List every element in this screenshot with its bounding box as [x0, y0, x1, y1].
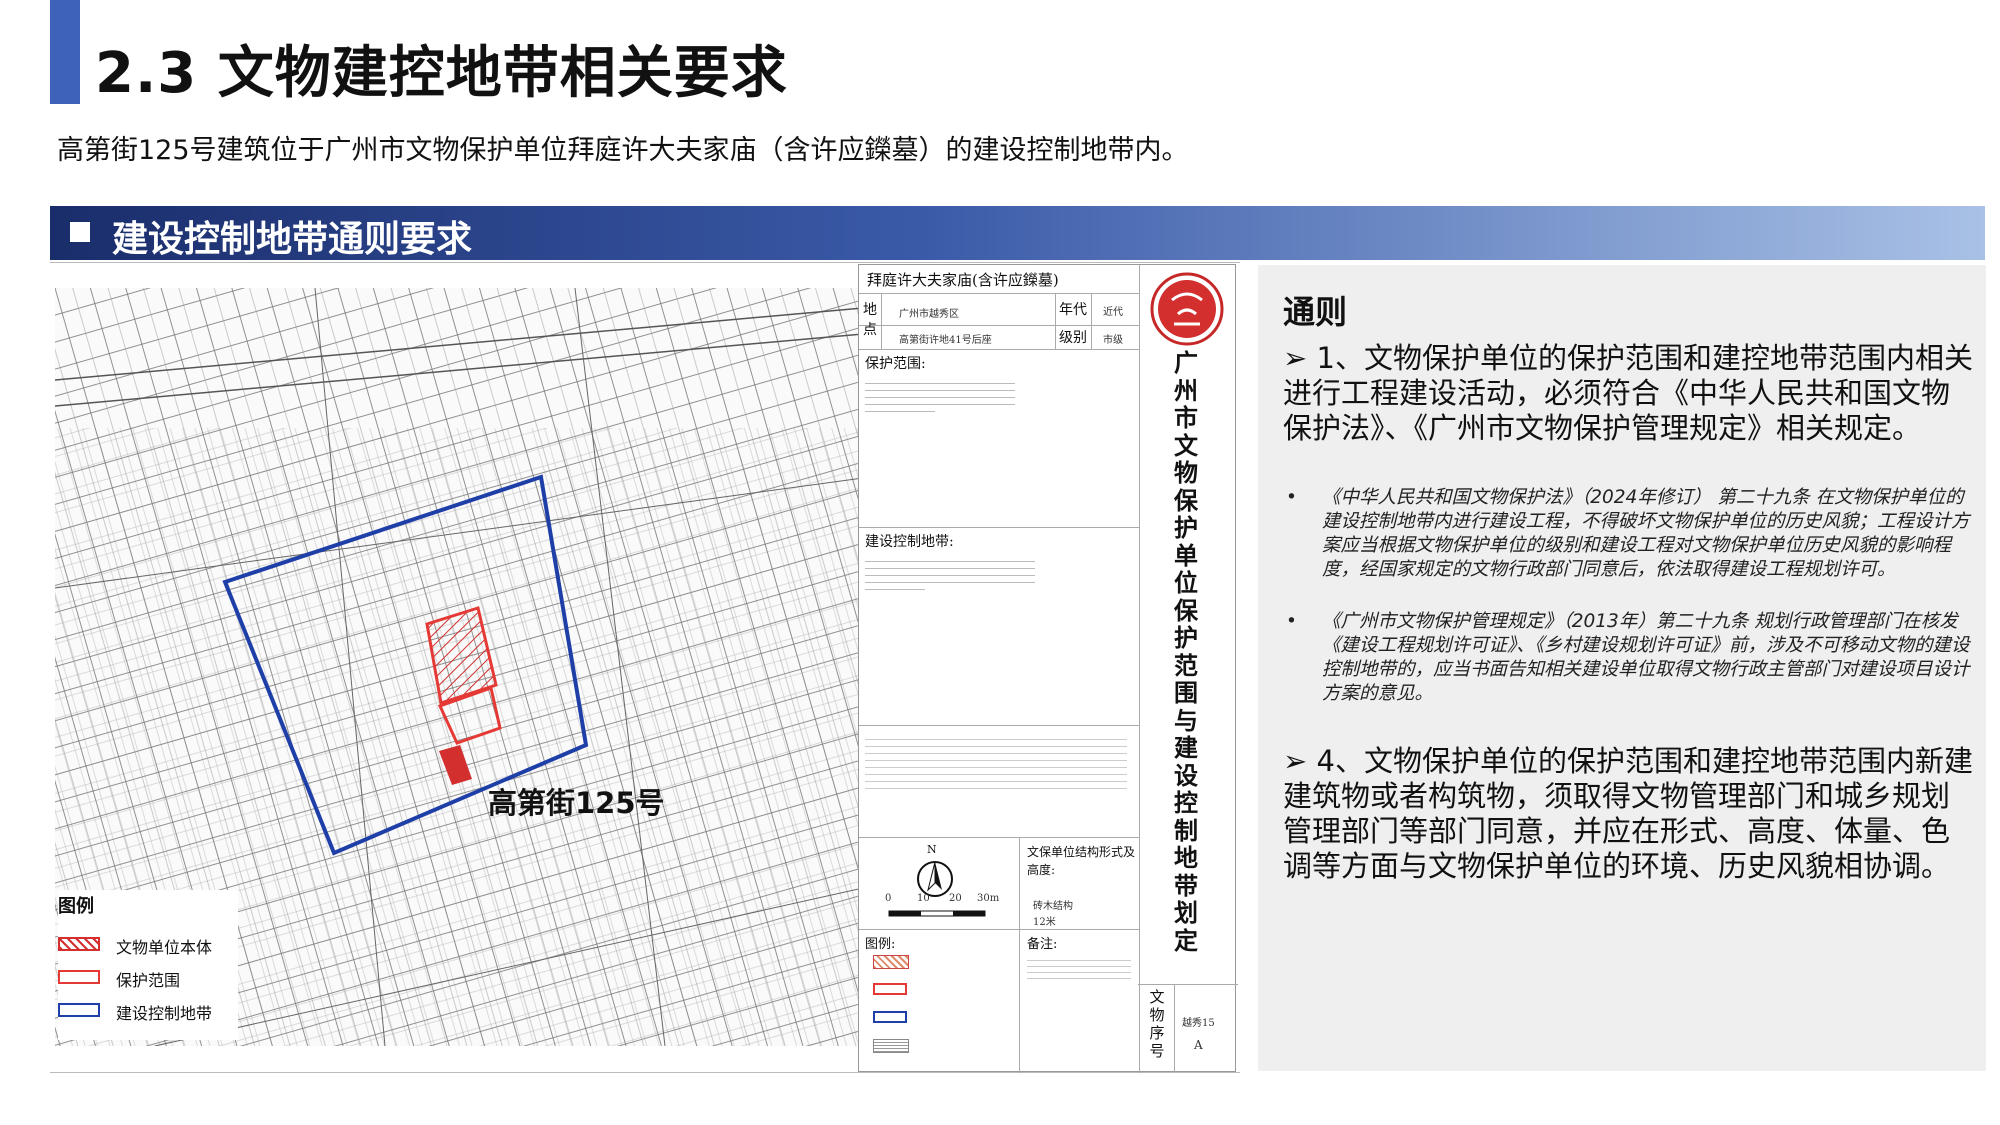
rule-4: ➢ 4、文物保护单位的保护范围和建控地带范围内新建建筑物或者构筑物，须取得文物管…: [1283, 744, 1973, 883]
scale-tick: 20: [949, 893, 962, 904]
address-label: 地点: [863, 302, 877, 338]
rule-bullet: • 《中华人民共和国文物保护法》（2024年修订） 第二十九条 在文物保护单位的…: [1286, 486, 1970, 582]
rules-title: 通则: [1283, 293, 1348, 331]
rule-bullet: • 《广州市文物保护管理规定》（2013年）第二十九条 规划行政管理部门在核发《…: [1286, 610, 1970, 706]
structure-label: 文保单位结构形式及高度:: [1027, 845, 1136, 877]
grid-swatch-icon: [873, 1039, 909, 1053]
rule-1: ➢ 1、文物保护单位的保护范围和建控地带范围内相关进行工程建设活动，必须符合《中…: [1283, 341, 1973, 445]
page-title: 2.3 文物建控地带相关要求: [95, 41, 788, 106]
notes-label: 备注:: [1027, 937, 1058, 952]
rule-bullet-text: 《广州市文物保护管理规定》（2013年）第二十九条 规划行政管理部门在核发《建设…: [1322, 611, 1970, 704]
address-line-1: 广州市越秀区: [899, 309, 959, 320]
section-title: 建设控制地带通则要求: [112, 219, 473, 260]
control-zone-label: 建设控制地带:: [865, 534, 954, 550]
level-label: 级别: [1059, 330, 1087, 346]
red-outline-swatch-icon: [873, 983, 907, 995]
card-title: 拜庭许大夫家庙(含许应鑅墓): [867, 271, 1059, 289]
structure-type: 砖木结构: [1033, 901, 1073, 912]
title-accent-bar: [50, 0, 80, 104]
section-square-icon: [70, 222, 90, 242]
level-value: 市级: [1103, 335, 1123, 346]
hatch-swatch-icon: [873, 955, 909, 969]
scale-bar: [888, 910, 986, 917]
building-label: 高第街125号: [488, 786, 665, 820]
seal-stamp-icon: [1150, 272, 1224, 346]
bullet-dot-icon: •: [1286, 611, 1297, 632]
legend-label: 文物单位本体: [116, 938, 213, 957]
blue-outline-swatch-icon: [873, 1011, 907, 1023]
legend-label: 保护范围: [116, 971, 181, 990]
serial-label: 文物序号: [1149, 988, 1165, 1060]
rule-bullet-text: 《中华人民共和国文物保护法》（2024年修订） 第二十九条 在文物保护单位的建设…: [1322, 487, 1970, 580]
legend-title: 图例: [58, 896, 94, 917]
scale-tick: 0: [885, 893, 892, 904]
map-legend: 图例 文物单位本体 保护范围 建设控制地带: [58, 890, 238, 1040]
era-label: 年代: [1059, 302, 1087, 318]
vertical-card-title: 广州市文物保护单位保护范围与建设控制地带划定: [1174, 349, 1198, 955]
legend-item: 建设控制地带: [58, 1000, 238, 1023]
legend-label: 建设控制地带: [116, 1004, 213, 1023]
bullet-dot-icon: •: [1286, 487, 1297, 508]
north-label: N: [927, 843, 937, 856]
address-line-2: 高第街许地41号后座: [899, 335, 992, 346]
scale-tick: 30m: [977, 893, 1000, 904]
legend-item: 文物单位本体: [58, 934, 238, 957]
serial-letter: A: [1194, 1038, 1203, 1052]
legend-item: 保护范围: [58, 967, 238, 990]
serial-value: 越秀15: [1182, 1018, 1215, 1029]
protection-label: 保护范围:: [865, 356, 926, 372]
divider: [50, 262, 1240, 263]
card-legend-label: 图例:: [865, 937, 896, 952]
blue-outline-swatch-icon: [58, 1003, 100, 1017]
hatch-swatch-icon: [58, 937, 100, 951]
scale-tick: 10: [917, 893, 930, 904]
era-value: 近代: [1103, 307, 1123, 318]
structure-height: 12米: [1033, 917, 1056, 928]
divider: [50, 1072, 1240, 1073]
red-outline-swatch-icon: [58, 970, 100, 984]
rules-panel: 通则 ➢ 1、文物保护单位的保护范围和建控地带范围内相关进行工程建设活动，必须符…: [1258, 265, 1986, 1071]
intro-text: 高第街125号建筑位于广州市文物保护单位拜庭许大夫家庙（含许应鑅墓）的建设控制地…: [57, 135, 1189, 166]
